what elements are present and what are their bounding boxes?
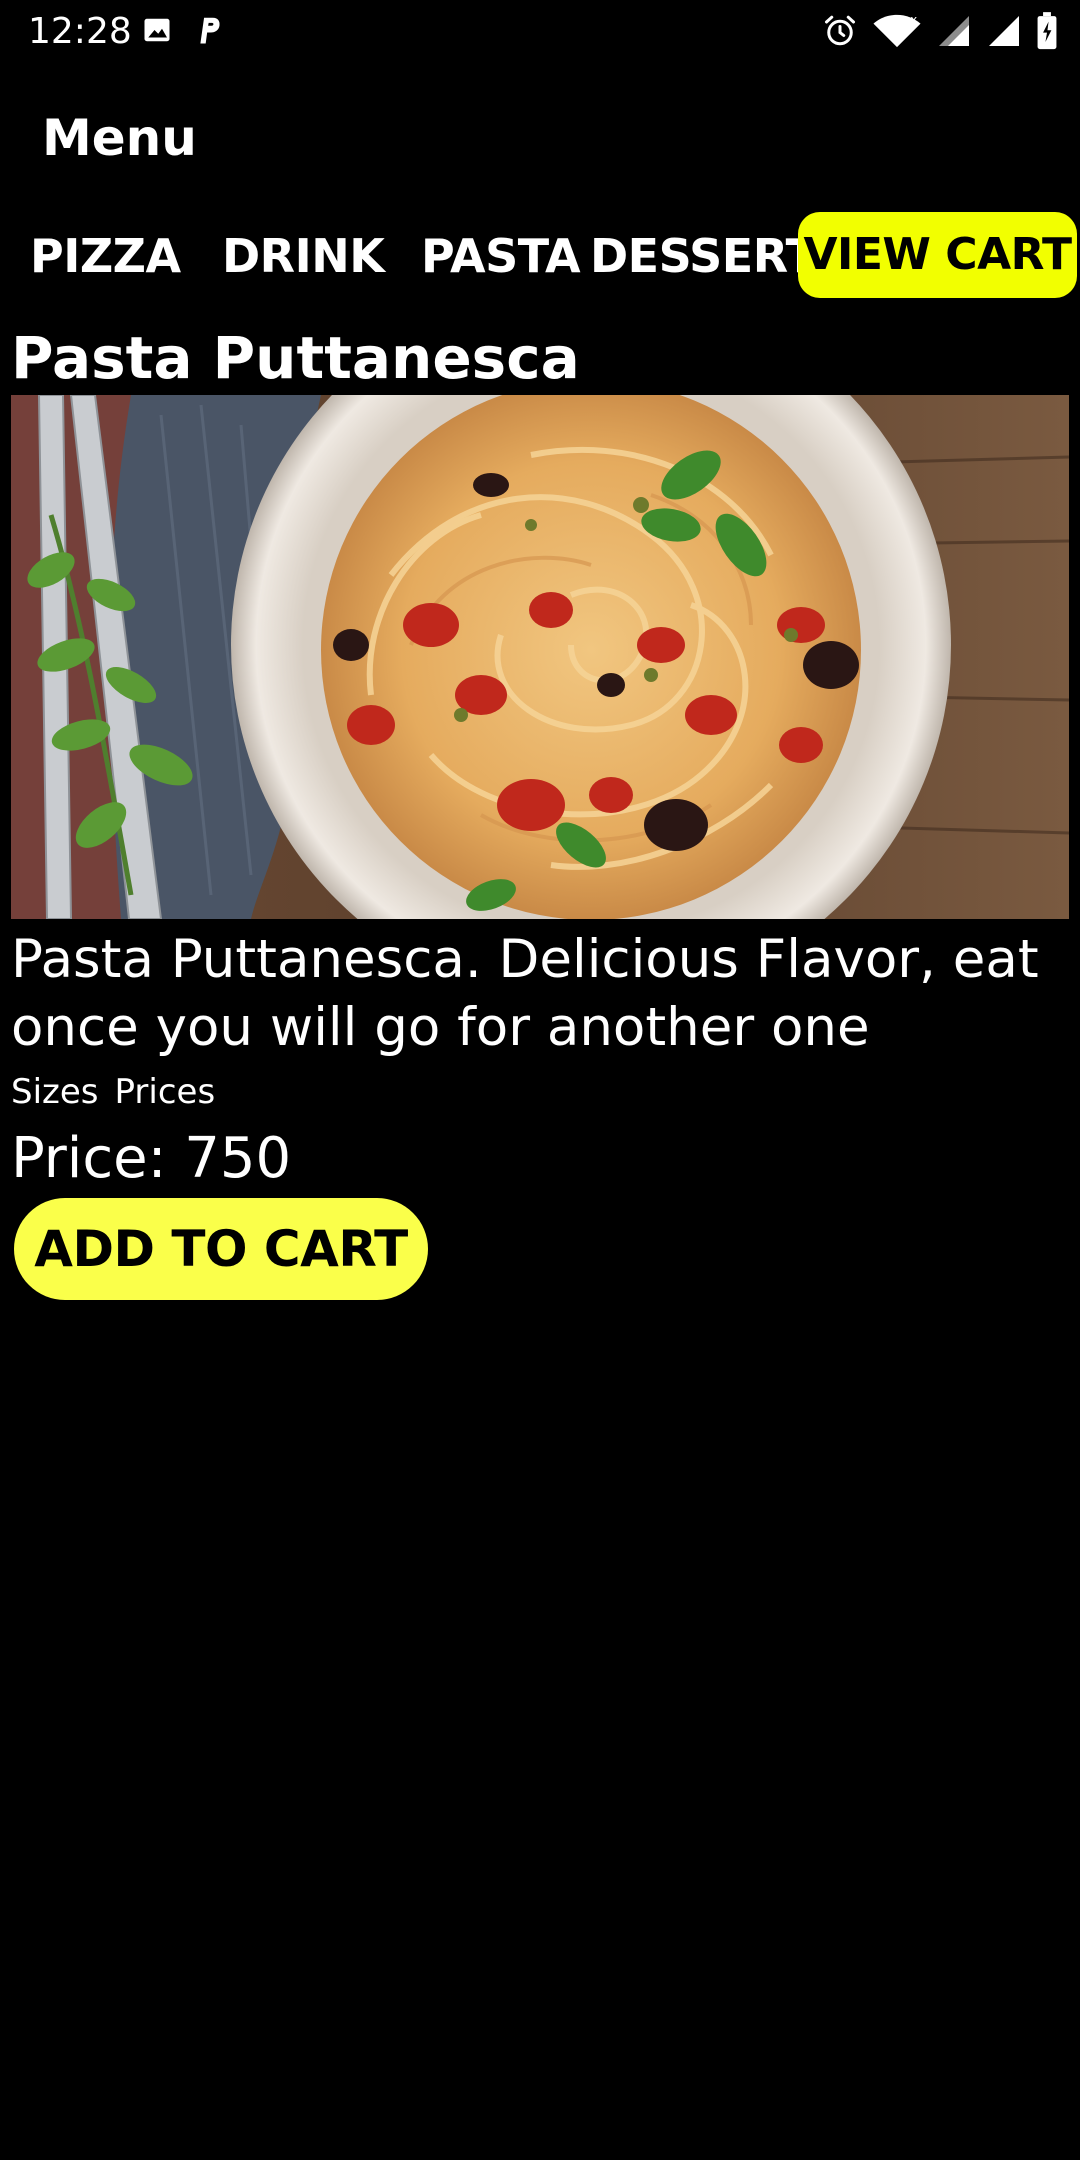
product-description: Pasta Puttanesca. Delicious Flavor, eat …: [11, 929, 1039, 1058]
svg-text:x: x: [910, 13, 917, 27]
status-left-icons: [142, 14, 224, 50]
page-title: Menu: [42, 109, 197, 167]
tab-pasta[interactable]: PASTA: [421, 212, 581, 300]
view-cart-button[interactable]: VIEW CART: [798, 212, 1077, 298]
pasta-dish-photo: [11, 395, 1069, 919]
category-tabs: PIZZA DRINK PASTA DESSERT VIEW CART: [0, 212, 1080, 300]
sizes-prices-row: Sizes Prices: [11, 1070, 215, 1114]
cellular-signal-icon: [986, 13, 1022, 53]
status-right-icons: x: [822, 12, 1058, 54]
cellular-signal-icon: [936, 13, 972, 53]
alarm-icon: [822, 13, 858, 53]
parking-icon: [194, 14, 224, 50]
tab-drink[interactable]: DRINK: [222, 212, 385, 300]
product-price: Price: 750: [11, 1126, 292, 1191]
tab-pizza[interactable]: PIZZA: [30, 212, 181, 300]
image-icon: [142, 15, 172, 49]
prices-label: Prices: [114, 1072, 216, 1112]
product-title: Pasta Puttanesca: [11, 324, 580, 392]
status-time: 12:28: [28, 11, 132, 52]
sizes-label: Sizes: [11, 1072, 99, 1112]
status-bar: 12:28 x: [0, 0, 1080, 62]
tab-dessert[interactable]: DESSERT: [590, 212, 817, 300]
product-image: [11, 395, 1069, 919]
add-to-cart-button[interactable]: ADD TO CART: [14, 1198, 428, 1300]
battery-icon: [1036, 12, 1058, 54]
wifi-icon: x: [872, 13, 922, 53]
